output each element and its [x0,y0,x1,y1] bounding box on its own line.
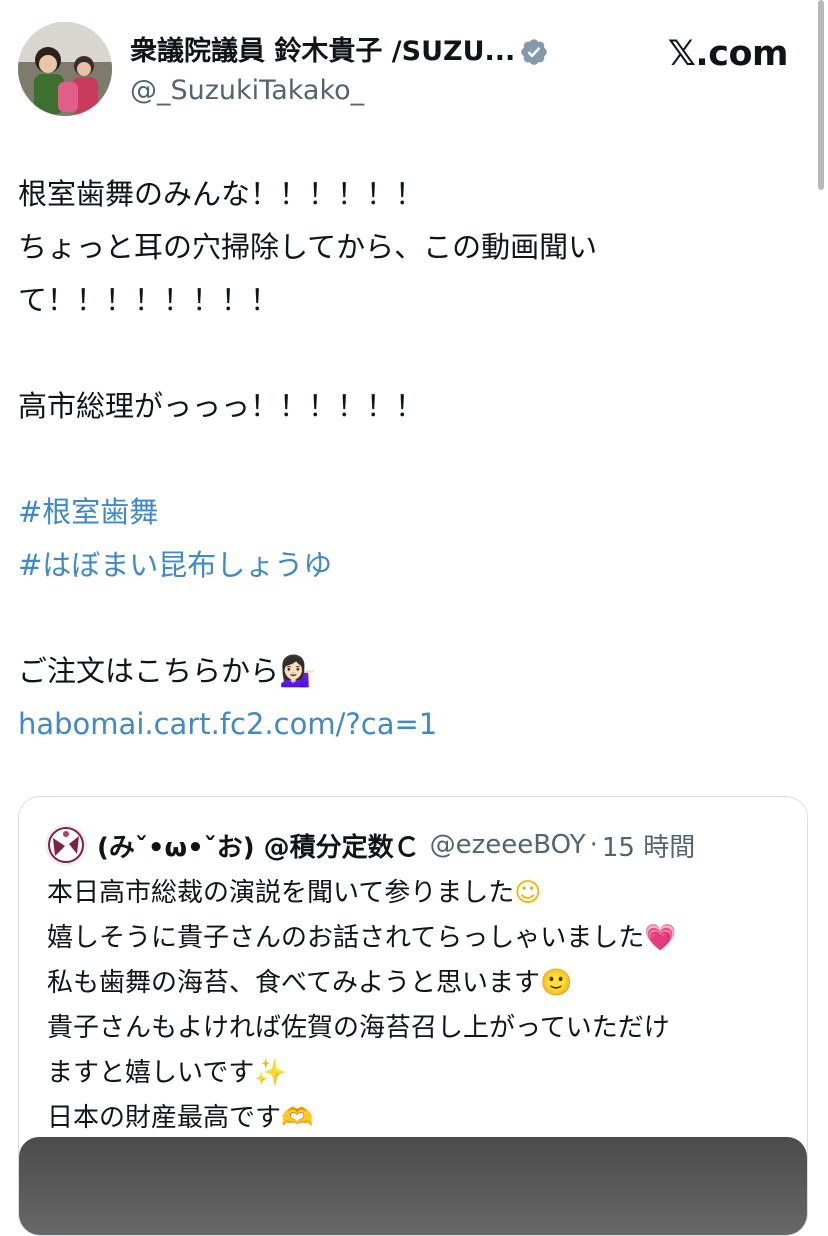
quote-profile-avatar[interactable] [45,824,87,866]
scrollbar[interactable] [818,0,824,190]
quote-author-handle[interactable]: @ezeeeBOY [430,830,586,860]
shop-url-link[interactable]: habomai.cart.fc2.com/?ca=1 [18,707,437,741]
sparkles-emoji-icon: ✨ [254,1058,287,1088]
separator-dot: · [589,830,598,860]
tipping-hand-person-emoji-icon: 💁🏻‍♀️ [279,654,317,689]
quoted-media-preview[interactable] [19,1137,807,1235]
hashtag-link[interactable]: #はぼまい昆布しょうゆ [18,548,332,582]
quote-line: 日本の財産最高です🫶 [47,1103,314,1133]
author-display-name[interactable]: 衆議院議員 鈴木貴子 /SUZU... [130,32,515,72]
quoted-tweet-header: (みˇ•ω•ˇお) @積分定数Ｃ @ezeeeBOY · 15 時間 [45,824,695,866]
order-text: ご注文はこちらから [18,654,280,688]
x-com-logo[interactable]: 𝕏.com [668,34,789,74]
verified-badge-icon [521,39,548,65]
pink-heart-emoji-icon: 💗 [644,923,677,953]
tweet-line: ちょっと耳の穴掃除してから、この動画聞い [18,230,598,264]
author-info: 衆議院議員 鈴木貴子 /SUZU... @_SuzukiTakako_ [130,32,600,110]
profile-avatar[interactable] [18,22,112,116]
quote-line: ますと嬉しいです✨ [47,1058,287,1088]
quote-line: 貴子さんもよければ佐賀の海苔召し上がっていただけ [47,1013,670,1043]
quote-line: 本日高市総裁の演説を聞いて参りました☺ [47,878,542,908]
quoted-tweet-text: 本日高市総裁の演説を聞いて参りました☺ 嬉しそうに貴子さんのお話されてらっしゃい… [47,871,787,1141]
author-handle[interactable]: @_SuzukiTakako_ [130,72,600,110]
slightly-smiling-face-emoji-icon: 🙂 [539,968,573,998]
quote-line: 私も歯舞の海苔、食べてみようと思います🙂 [47,968,573,998]
tweet-header: 衆議院議員 鈴木貴子 /SUZU... @_SuzukiTakako_ 𝕏.co… [18,22,808,122]
tweet-line: て！！！！！！！！ [18,283,280,317]
heart-hands-emoji-icon: 🫶 [281,1103,314,1133]
quoted-tweet-card[interactable]: (みˇ•ω•ˇお) @積分定数Ｃ @ezeeeBOY · 15 時間 本日高市総… [18,796,808,1236]
tweet-line: 高市総理がっっっ！！！！！！ [18,389,425,423]
quote-line: 嬉しそうに貴子さんのお話されてらっしゃいました💗 [47,923,677,953]
smiling-face-emoji-icon: ☺ [514,878,542,908]
quote-author-name[interactable]: (みˇ•ω•ˇお) @積分定数Ｃ [97,827,420,864]
tweet-line: 根室歯舞のみんな！！！！！！ [18,177,425,211]
tweet-text: 根室歯舞のみんな！！！！！！ ちょっと耳の穴掃除してから、この動画聞い て！！！… [18,168,808,751]
quote-timestamp[interactable]: 15 時間 [602,827,695,864]
hashtag-link[interactable]: #根室歯舞 [18,495,158,529]
